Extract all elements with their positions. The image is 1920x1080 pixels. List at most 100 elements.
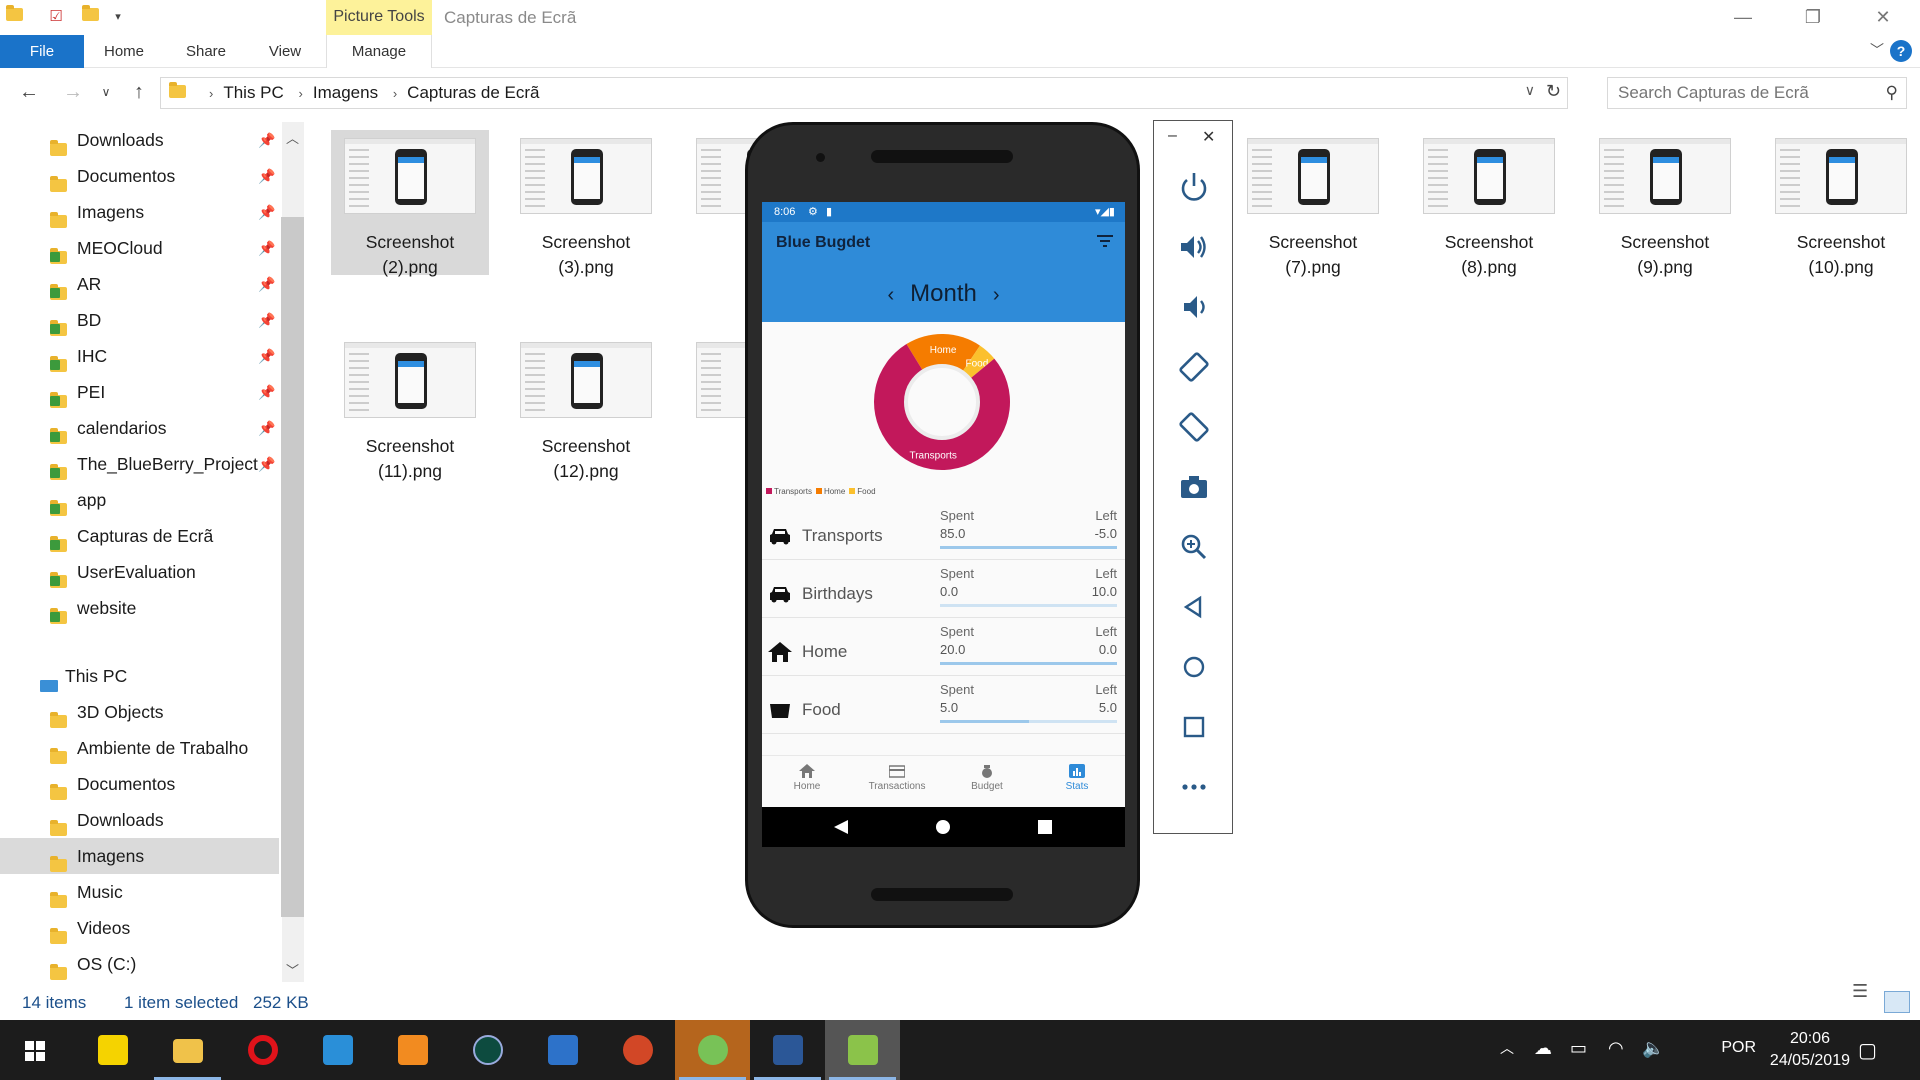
- pin-icon[interactable]: 📌: [258, 266, 275, 302]
- pin-icon[interactable]: 📌: [258, 122, 275, 158]
- camera-icon[interactable]: [1176, 469, 1212, 505]
- file-item[interactable]: Screenshot (10).png: [1762, 130, 1920, 277]
- vscode-icon[interactable]: [300, 1020, 375, 1080]
- file-item[interactable]: Screenshot (9).png: [1586, 130, 1744, 277]
- tab-view[interactable]: View: [258, 35, 312, 68]
- rotate-right-icon[interactable]: [1176, 409, 1212, 445]
- emulator-icon[interactable]: [825, 1020, 900, 1080]
- powershell-icon[interactable]: [525, 1020, 600, 1080]
- tab-file[interactable]: File: [0, 35, 84, 68]
- help-button[interactable]: ?: [1890, 40, 1912, 62]
- nav-item[interactable]: Music: [0, 874, 280, 910]
- close-button[interactable]: ✕: [1848, 0, 1918, 35]
- pin-icon[interactable]: 📌: [258, 158, 275, 194]
- nav-item[interactable]: website: [0, 590, 280, 626]
- details-view-icon[interactable]: ☰: [1852, 982, 1874, 1011]
- tab-manage[interactable]: Manage: [326, 35, 432, 68]
- address-dropdown-icon[interactable]: ∨: [1525, 82, 1535, 99]
- nav-item[interactable]: BD 📌: [0, 302, 280, 338]
- nav-item[interactable]: IHC 📌: [0, 338, 280, 374]
- volume-down-icon[interactable]: [1176, 289, 1212, 325]
- file-item[interactable]: Screenshot (2).png: [331, 130, 489, 277]
- nav-item[interactable]: MEOCloud 📌: [0, 230, 280, 266]
- android-studio-icon[interactable]: [675, 1020, 750, 1080]
- sticky-notes-icon[interactable]: [75, 1020, 150, 1080]
- android-back-icon[interactable]: [834, 820, 848, 834]
- file-item[interactable]: Screenshot (7).png: [1234, 130, 1392, 277]
- breadcrumb-item[interactable]: This PC: [223, 83, 283, 102]
- pin-icon[interactable]: 📌: [258, 410, 275, 446]
- recent-locations-icon[interactable]: ∨: [96, 78, 116, 106]
- scroll-up-icon[interactable]: ︿: [286, 128, 299, 147]
- pin-icon[interactable]: 📌: [258, 194, 275, 230]
- back-icon[interactable]: [1176, 589, 1212, 625]
- back-arrow-icon[interactable]: ←: [14, 78, 44, 106]
- scroll-down-icon[interactable]: ﹀: [286, 960, 299, 979]
- android-home-icon[interactable]: [936, 820, 950, 834]
- nav-item[interactable]: The_BlueBerry_Project 📌: [0, 446, 280, 482]
- next-period-button[interactable]: ›: [993, 284, 1000, 306]
- search-input[interactable]: [1608, 78, 1868, 108]
- tab-home[interactable]: Home: [96, 35, 152, 68]
- file-item[interactable]: Screenshot (11).png: [331, 334, 489, 481]
- scrollbar-thumb[interactable]: [281, 217, 304, 917]
- category-row[interactable]: Food Spent 5.0 Left 5.0: [762, 676, 1125, 734]
- nav-home[interactable]: Home: [762, 764, 852, 792]
- address-bar[interactable]: › This PC › Imagens › Capturas de Ecrã ∨ ↻: [160, 77, 1568, 109]
- clock[interactable]: 20:06 24/05/2019: [1770, 1028, 1850, 1072]
- powerpoint-icon[interactable]: [600, 1020, 675, 1080]
- word-icon[interactable]: [750, 1020, 825, 1080]
- nav-item[interactable]: Documentos 📌: [0, 158, 280, 194]
- nav-item[interactable]: PEI 📌: [0, 374, 280, 410]
- up-arrow-icon[interactable]: ↑: [124, 78, 154, 106]
- category-row[interactable]: Birthdays Spent 0.0 Left 10.0: [762, 560, 1125, 618]
- gitkraken-icon[interactable]: [450, 1020, 525, 1080]
- nav-item[interactable]: UserEvaluation: [0, 554, 280, 590]
- emulator-minimize-button[interactable]: –: [1168, 127, 1177, 145]
- large-icons-view-icon[interactable]: [1884, 991, 1910, 1013]
- refresh-icon[interactable]: ↻: [1546, 81, 1561, 102]
- emulator-close-button[interactable]: ✕: [1202, 127, 1215, 147]
- nav-item[interactable]: Imagens 📌: [0, 194, 280, 230]
- battery-icon[interactable]: ▭: [1570, 1038, 1587, 1059]
- more-icon[interactable]: [1176, 769, 1212, 805]
- file-item[interactable]: Screenshot (12).png: [507, 334, 665, 481]
- home-icon[interactable]: [1176, 649, 1212, 685]
- pin-icon[interactable]: 📌: [258, 302, 275, 338]
- new-folder-icon[interactable]: [80, 5, 100, 27]
- file-item[interactable]: Screenshot (8).png: [1410, 130, 1568, 277]
- opera-icon[interactable]: [225, 1020, 300, 1080]
- nav-item[interactable]: Downloads: [0, 802, 280, 838]
- file-item[interactable]: Screenshot (3).png: [507, 130, 665, 277]
- power-icon[interactable]: [1176, 169, 1212, 205]
- chevron-down-icon[interactable]: ﹀: [1870, 40, 1884, 60]
- previous-period-button[interactable]: ‹: [887, 284, 894, 306]
- overview-icon[interactable]: [1176, 709, 1212, 745]
- zoom-icon[interactable]: [1176, 529, 1212, 565]
- nav-item[interactable]: AR 📌: [0, 266, 280, 302]
- file-explorer-icon[interactable]: [150, 1020, 225, 1080]
- nav-item[interactable]: calendarios 📌: [0, 410, 280, 446]
- nav-item[interactable]: Imagens: [0, 838, 279, 874]
- properties-icon[interactable]: ☑: [46, 7, 66, 27]
- search-icon[interactable]: ⚲: [1886, 83, 1898, 103]
- nav-item[interactable]: Ambiente de Trabalho: [0, 730, 280, 766]
- nav-transactions[interactable]: Transactions: [852, 764, 942, 792]
- category-row[interactable]: Home Spent 20.0 Left 0.0: [762, 618, 1125, 676]
- nav-item[interactable]: Capturas de Ecrã: [0, 518, 280, 554]
- pin-icon[interactable]: 📌: [258, 374, 275, 410]
- tab-share[interactable]: Share: [178, 35, 234, 68]
- nav-item[interactable]: Downloads 📌: [0, 122, 280, 158]
- android-recents-icon[interactable]: [1038, 820, 1052, 834]
- nav-item[interactable]: OS (C:): [0, 946, 280, 982]
- volume-icon[interactable]: 🔈: [1642, 1038, 1664, 1059]
- start-button[interactable]: [0, 1020, 70, 1080]
- filter-icon[interactable]: [1097, 234, 1113, 248]
- onedrive-icon[interactable]: ☁: [1534, 1038, 1552, 1059]
- action-center-icon[interactable]: ▢: [1858, 1038, 1877, 1063]
- forward-arrow-icon[interactable]: →: [58, 78, 88, 106]
- nav-item-this-pc[interactable]: This PC: [0, 658, 280, 694]
- nav-stats[interactable]: Stats: [1032, 764, 1122, 792]
- pin-icon[interactable]: 📌: [258, 230, 275, 266]
- pin-icon[interactable]: 📌: [258, 338, 275, 374]
